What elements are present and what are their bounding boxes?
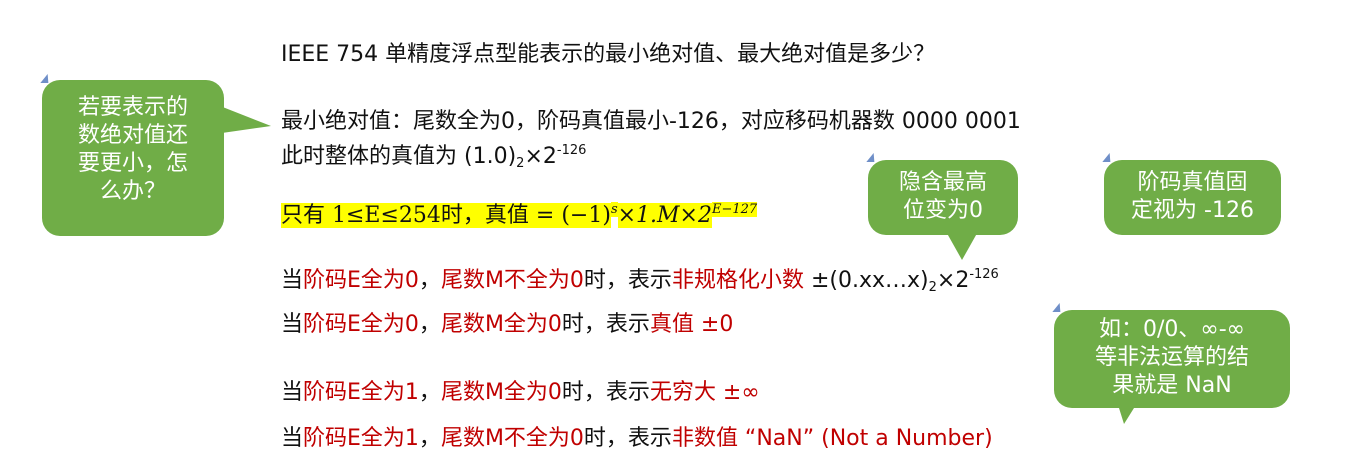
bubble-line: 数绝对值还 <box>77 123 188 148</box>
bubble-line: 么办？ <box>99 179 166 204</box>
rule-text: 当 <box>281 426 304 451</box>
bubble-line: 阶码真值固 <box>1137 170 1248 195</box>
rule-zero: 当阶码E全为0，尾数M全为0时，表示真值 ±0 <box>281 311 733 339</box>
rule-exponent-cond: 阶码E全为0 <box>303 268 419 293</box>
rule-text: 时，表示 <box>583 426 672 451</box>
comment-marker-icon <box>1102 153 1114 162</box>
rule-text: 时，表示 <box>561 380 650 405</box>
rule-mantissa-cond: 尾数M不全为0 <box>440 268 584 293</box>
question-text: IEEE 754 单精度浮点型能表示的最小绝对值、最大绝对值是多少？ <box>281 42 936 67</box>
rule-mantissa-cond: 尾数M不全为0 <box>440 426 584 451</box>
hint-bubble-left: 若要表示的 数绝对值还 要更小，怎 么办？ <box>42 80 224 236</box>
min-abs-true-value-prefix: 此时整体的真值为 (1.0) <box>281 144 517 169</box>
rule-text: 时，表示 <box>583 268 672 293</box>
bubble-line: 定视为 -126 <box>1131 198 1254 223</box>
rule-mantissa-cond: 尾数M全为0 <box>440 380 562 405</box>
bubble-line: 等非法运算的结 <box>1094 345 1249 370</box>
rule-nan: 当阶码E全为1，尾数M不全为0时，表示非数值 “NaN” (Not a Numb… <box>281 425 993 453</box>
rule-exponent-cond: 阶码E全为1 <box>303 426 419 451</box>
rule-exponent-cond: 阶码E全为0 <box>303 312 419 337</box>
rule-text: 当 <box>281 268 304 293</box>
hint-bubble-exponent: 阶码真值固 定视为 -126 <box>1104 160 1281 235</box>
rule-value-sup: -126 <box>969 267 999 282</box>
bubble-line: 位变为0 <box>903 198 983 223</box>
rule-text: ， <box>418 380 441 405</box>
rule-exponent-cond: 阶码E全为1 <box>303 380 419 405</box>
min-abs-true-value: 此时整体的真值为 (1.0)2×2-126 <box>281 137 586 178</box>
rule-result: 非规格化小数 <box>671 268 804 293</box>
min-abs-exp-sup: -126 <box>556 143 587 158</box>
rule-text: ， <box>418 426 441 451</box>
bubble-line: 果就是 NaN <box>1112 373 1232 398</box>
rule-result: 无穷大 ±∞ <box>649 380 760 405</box>
rule-value: ±(0.xx…x) <box>803 268 929 293</box>
comment-marker-icon <box>866 153 878 162</box>
formula-prefix: 只有 1≤E≤254时，真值 = (−1) <box>281 203 611 228</box>
rule-text: 时，表示 <box>561 312 650 337</box>
rule-result: 真值 ±0 <box>649 312 734 337</box>
hint-bubble-nan: 如：0/0、∞-∞ 等非法运算的结 果就是 NaN <box>1054 310 1290 408</box>
formula-exp-sup: E−127 <box>712 202 758 217</box>
rule-mantissa-cond: 尾数M全为0 <box>440 312 562 337</box>
rule-value-times: ×2 <box>936 268 970 293</box>
rule-text: 当 <box>281 312 304 337</box>
bubble-line: 若要表示的 <box>77 95 188 120</box>
rule-value-sub: 2 <box>928 280 937 295</box>
rule-text: 当 <box>281 380 304 405</box>
bubble-line: 隐含最高 <box>898 170 987 195</box>
rule-denormal: 当阶码E全为0，尾数M不全为0时，表示非规格化小数 ±(0.xx…x)2×2-1… <box>281 261 999 302</box>
rule-infinity: 当阶码E全为1，尾数M全为0时，表示无穷大 ±∞ <box>281 379 760 407</box>
bubble-line: 如：0/0、∞-∞ <box>1099 317 1245 342</box>
rule-text: ， <box>418 312 441 337</box>
comment-marker-icon <box>1052 303 1064 312</box>
formula-sign-sup: s <box>610 202 618 217</box>
hint-bubble-hidden-bit: 隐含最高 位变为0 <box>868 160 1018 235</box>
rule-text: ， <box>418 268 441 293</box>
min-abs-times: ×2 <box>524 144 557 169</box>
rule-result: 非数值 “NaN” (Not a Number) <box>671 426 993 451</box>
bubble-line: 要更小，怎 <box>77 151 188 176</box>
min-abs-line: 最小绝对值：尾数全为0，阶码真值最小-126，对应移码机器数 0000 0001 <box>281 109 1021 134</box>
normalized-formula: 只有 1≤E≤254时，真值 = (−1)s×1.M×2E−127 <box>281 196 758 230</box>
formula-mid: ×1.M×2 <box>617 203 712 228</box>
